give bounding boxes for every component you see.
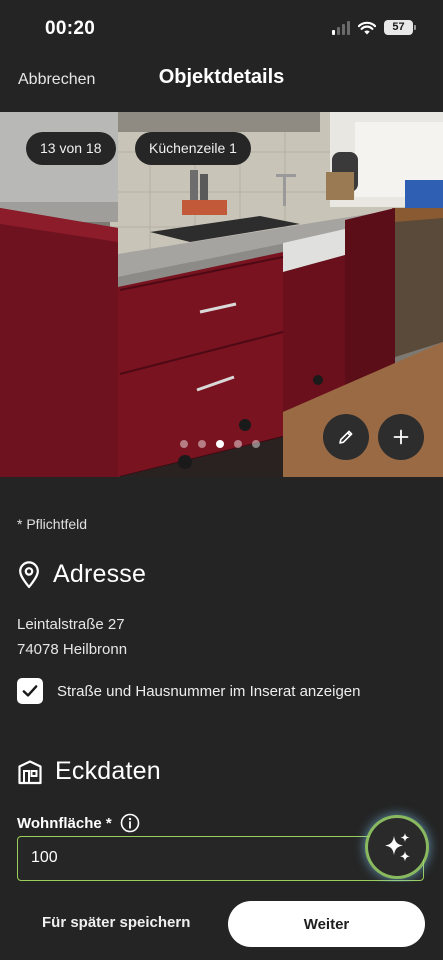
- key-data-section-header: Eckdaten: [17, 757, 161, 786]
- bottom-action-bar: Für später speichern Weiter: [0, 882, 443, 960]
- add-photo-button[interactable]: [378, 414, 424, 460]
- show-address-checkbox[interactable]: [17, 678, 43, 704]
- photo-room-label[interactable]: Küchenzeile 1: [135, 132, 251, 165]
- photo-gallery[interactable]: 13 von 18 Küchenzeile 1: [0, 112, 443, 477]
- next-button[interactable]: Weiter: [228, 901, 425, 947]
- photo-counter: 13 von 18: [26, 132, 116, 165]
- pagination-dot[interactable]: [198, 440, 206, 448]
- living-area-label: Wohnfläche *: [17, 813, 140, 833]
- status-icons: 57: [332, 20, 416, 35]
- address-heading: Adresse: [53, 560, 147, 588]
- pagination-dot-active[interactable]: [216, 440, 224, 448]
- checkmark-icon: [22, 685, 38, 697]
- pencil-icon: [339, 430, 353, 444]
- save-for-later-button[interactable]: Für später speichern: [42, 914, 190, 931]
- living-area-input[interactable]: 100: [17, 836, 424, 881]
- address-section-header: Adresse: [17, 560, 146, 589]
- wifi-icon: [358, 21, 376, 34]
- status-time: 00:20: [45, 18, 96, 39]
- battery-icon: 57: [384, 20, 416, 35]
- kitchen-photo: [0, 112, 443, 477]
- key-data-heading: Eckdaten: [55, 757, 161, 785]
- edit-photo-button[interactable]: [323, 414, 369, 460]
- info-icon[interactable]: [120, 813, 140, 833]
- sparkles-icon: [385, 833, 410, 862]
- show-address-label: Straße und Hausnummer im Inserat anzeige…: [57, 682, 361, 700]
- address-city: 74078 Heilbronn: [17, 641, 128, 658]
- status-bar: 00:20 57: [0, 0, 443, 56]
- pagination-dot[interactable]: [252, 440, 260, 448]
- page-title: Objektdetails: [158, 66, 285, 88]
- plus-icon: [393, 429, 409, 445]
- pagination-dot[interactable]: [180, 440, 188, 448]
- address-street: Leintalstraße 27: [17, 616, 125, 633]
- location-pin-icon: [19, 560, 39, 588]
- ai-assist-button[interactable]: [368, 818, 426, 876]
- required-note: * Pflichtfeld: [17, 516, 88, 532]
- building-icon: [18, 759, 42, 784]
- pagination-dot[interactable]: [234, 440, 242, 448]
- pagination-dots: [180, 440, 260, 448]
- living-area-label-text: Wohnfläche *: [17, 814, 112, 832]
- cellular-signal-icon: [332, 20, 350, 35]
- nav-bar: Abbrechen Objektdetails: [0, 56, 443, 106]
- show-address-option[interactable]: Straße und Hausnummer im Inserat anzeige…: [17, 678, 360, 704]
